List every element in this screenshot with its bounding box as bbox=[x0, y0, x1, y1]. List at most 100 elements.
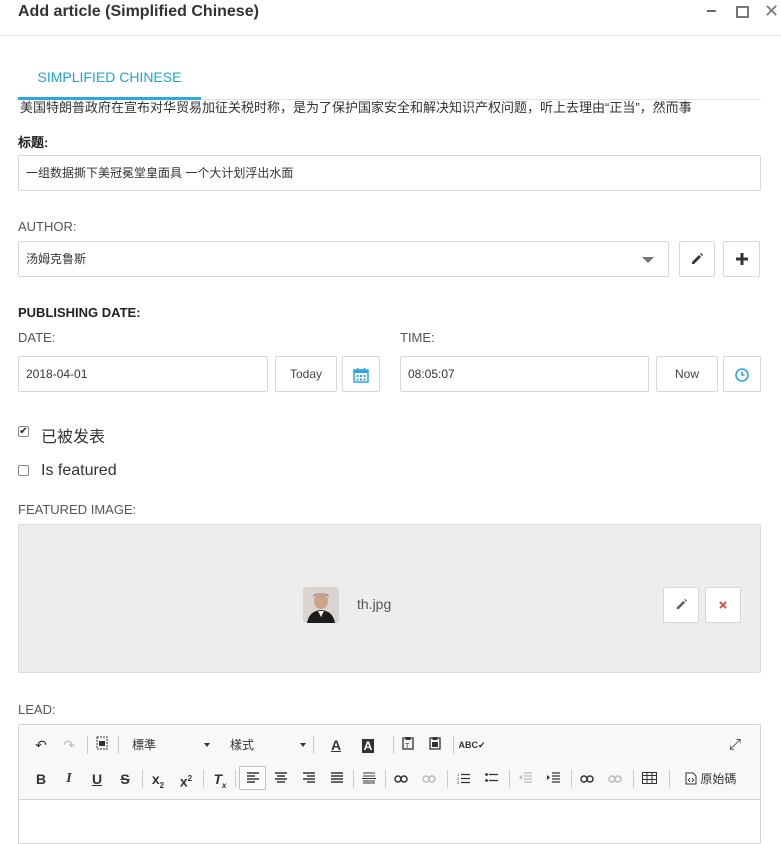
superscript-icon[interactable]: x2 bbox=[173, 767, 199, 791]
toolbar-divider bbox=[203, 770, 204, 788]
bold-icon[interactable]: B bbox=[28, 767, 54, 791]
anchor-link-icon[interactable] bbox=[574, 767, 600, 791]
justify-icon[interactable] bbox=[324, 767, 350, 791]
featured-image-dropzone[interactable]: th.jpg bbox=[18, 524, 761, 673]
toolbar-divider bbox=[633, 770, 634, 788]
undo-icon[interactable]: ↶ bbox=[28, 733, 54, 757]
toolbar-divider bbox=[118, 736, 119, 754]
align-right-icon[interactable] bbox=[296, 767, 322, 791]
format-select-value: 標準 bbox=[132, 738, 157, 752]
published-label: 已被发表 bbox=[41, 429, 106, 446]
editor-toolbar: ↶ ↷ 標準 樣式 A A T ABC✔ ⤢ B I U S x2 x2 Tx … bbox=[19, 725, 760, 800]
tab-simplified-chinese[interactable]: SIMPLIFIED CHINESE bbox=[18, 56, 201, 100]
calendar-icon bbox=[353, 367, 369, 383]
toolbar-divider bbox=[453, 736, 454, 754]
subscript-icon[interactable]: x2 bbox=[145, 767, 171, 791]
title-input[interactable]: 一组数据撕下美冠冕堂皇面具 一个大计划浮出水面 bbox=[18, 155, 761, 191]
italic-icon[interactable]: I bbox=[56, 767, 82, 791]
paste-word-icon[interactable] bbox=[422, 733, 448, 757]
calendar-button[interactable] bbox=[342, 356, 380, 392]
author-select-value: 汤姆克鲁斯 bbox=[26, 252, 87, 266]
redo-icon[interactable]: ↷ bbox=[56, 733, 82, 757]
featured-image-label: FEATURED IMAGE: bbox=[18, 502, 137, 517]
clock-icon bbox=[735, 368, 749, 382]
toolbar-divider bbox=[353, 770, 354, 788]
now-button[interactable]: Now bbox=[656, 356, 718, 392]
edit-author-button[interactable] bbox=[679, 241, 715, 277]
publishing-date-heading: PUBLISHING DATE: bbox=[18, 305, 141, 320]
toolbar-divider bbox=[509, 770, 510, 788]
indent-icon[interactable] bbox=[540, 767, 566, 791]
image-thumbnail bbox=[303, 587, 339, 623]
window-titlebar: Add article (Simplified Chinese) − ✕ bbox=[0, 0, 781, 36]
format-select[interactable]: 標準 bbox=[132, 734, 210, 756]
align-center-icon[interactable] bbox=[268, 767, 294, 791]
author-label: AUTHOR: bbox=[18, 219, 77, 234]
toolbar-divider bbox=[571, 770, 572, 788]
lead-body-text[interactable]: 美国特朗普政府在宣布对华贸易加征关税时称，是为了保护国家安全和解决知识产权问题，… bbox=[20, 97, 692, 116]
remove-image-button[interactable] bbox=[705, 587, 741, 623]
close-button[interactable]: ✕ bbox=[764, 1, 779, 22]
anchor-unlink-icon[interactable] bbox=[602, 767, 628, 791]
unlink-icon[interactable] bbox=[416, 767, 442, 791]
close-icon bbox=[719, 601, 727, 609]
featured-checkbox[interactable] bbox=[18, 465, 29, 476]
lead-label: LEAD: bbox=[18, 702, 56, 717]
image-filename: th.jpg bbox=[357, 596, 392, 612]
background-color-icon[interactable]: A bbox=[355, 733, 381, 757]
style-select-value: 樣式 bbox=[230, 738, 255, 752]
maximize-button[interactable] bbox=[736, 6, 749, 18]
source-label: 原始碼 bbox=[700, 772, 737, 786]
horizontal-rule-icon[interactable] bbox=[356, 767, 382, 791]
numbered-list-icon[interactable]: 123 bbox=[450, 767, 476, 791]
title-label: 标题: bbox=[18, 135, 49, 150]
remove-format-icon[interactable]: Tx bbox=[207, 767, 233, 791]
link-icon[interactable] bbox=[388, 767, 414, 791]
svg-text:3: 3 bbox=[457, 780, 460, 784]
source-button[interactable]: 原始碼 bbox=[685, 767, 745, 791]
clock-button[interactable] bbox=[723, 356, 761, 392]
underline-icon[interactable]: U bbox=[84, 767, 110, 791]
plus-icon bbox=[735, 253, 748, 266]
maximize-editor-icon[interactable]: ⤢ bbox=[722, 733, 748, 757]
date-label: DATE: bbox=[18, 330, 56, 345]
table-icon[interactable] bbox=[636, 767, 662, 791]
pencil-icon bbox=[692, 253, 703, 265]
text-color-icon[interactable]: A bbox=[323, 733, 349, 757]
time-label: TIME: bbox=[400, 330, 435, 345]
lead-editor[interactable]: ↶ ↷ 標準 樣式 A A T ABC✔ ⤢ B I U S x2 x2 Tx … bbox=[18, 724, 761, 844]
published-checkbox[interactable]: ✔ bbox=[18, 426, 29, 437]
chevron-down-icon bbox=[300, 743, 306, 747]
svg-text:T: T bbox=[405, 743, 410, 750]
templates-icon[interactable] bbox=[89, 733, 115, 757]
paste-text-icon[interactable]: T bbox=[395, 733, 421, 757]
toolbar-divider bbox=[313, 736, 314, 754]
strikethrough-icon[interactable]: S bbox=[112, 767, 138, 791]
toolbar-divider bbox=[393, 736, 394, 754]
outdent-icon[interactable] bbox=[512, 767, 538, 791]
time-input[interactable]: 08:05:07 bbox=[400, 356, 649, 392]
toolbar-divider bbox=[87, 736, 88, 754]
date-input[interactable]: 2018-04-01 bbox=[18, 356, 268, 392]
add-author-button[interactable] bbox=[723, 241, 760, 277]
minimize-button[interactable]: − bbox=[706, 1, 717, 22]
today-button[interactable]: Today bbox=[275, 356, 337, 392]
source-icon bbox=[685, 772, 697, 785]
bulleted-list-icon[interactable] bbox=[478, 767, 504, 791]
language-tabs: SIMPLIFIED CHINESE bbox=[18, 56, 761, 100]
toolbar-divider bbox=[385, 770, 386, 788]
toolbar-divider bbox=[142, 770, 143, 788]
pencil-icon bbox=[676, 599, 687, 610]
style-select[interactable]: 樣式 bbox=[230, 734, 306, 756]
toolbar-divider bbox=[235, 770, 236, 788]
align-left-icon[interactable] bbox=[239, 766, 266, 790]
chevron-down-icon bbox=[642, 257, 654, 263]
edit-image-button[interactable] bbox=[663, 587, 699, 623]
spellcheck-icon[interactable]: ABC✔ bbox=[457, 733, 487, 757]
chevron-down-icon bbox=[204, 743, 210, 747]
toolbar-divider bbox=[669, 770, 670, 788]
author-select[interactable]: 汤姆克鲁斯 bbox=[18, 241, 669, 277]
toolbar-divider bbox=[447, 770, 448, 788]
window-title: Add article (Simplified Chinese) bbox=[18, 3, 259, 20]
featured-label: Is featured bbox=[41, 462, 117, 479]
